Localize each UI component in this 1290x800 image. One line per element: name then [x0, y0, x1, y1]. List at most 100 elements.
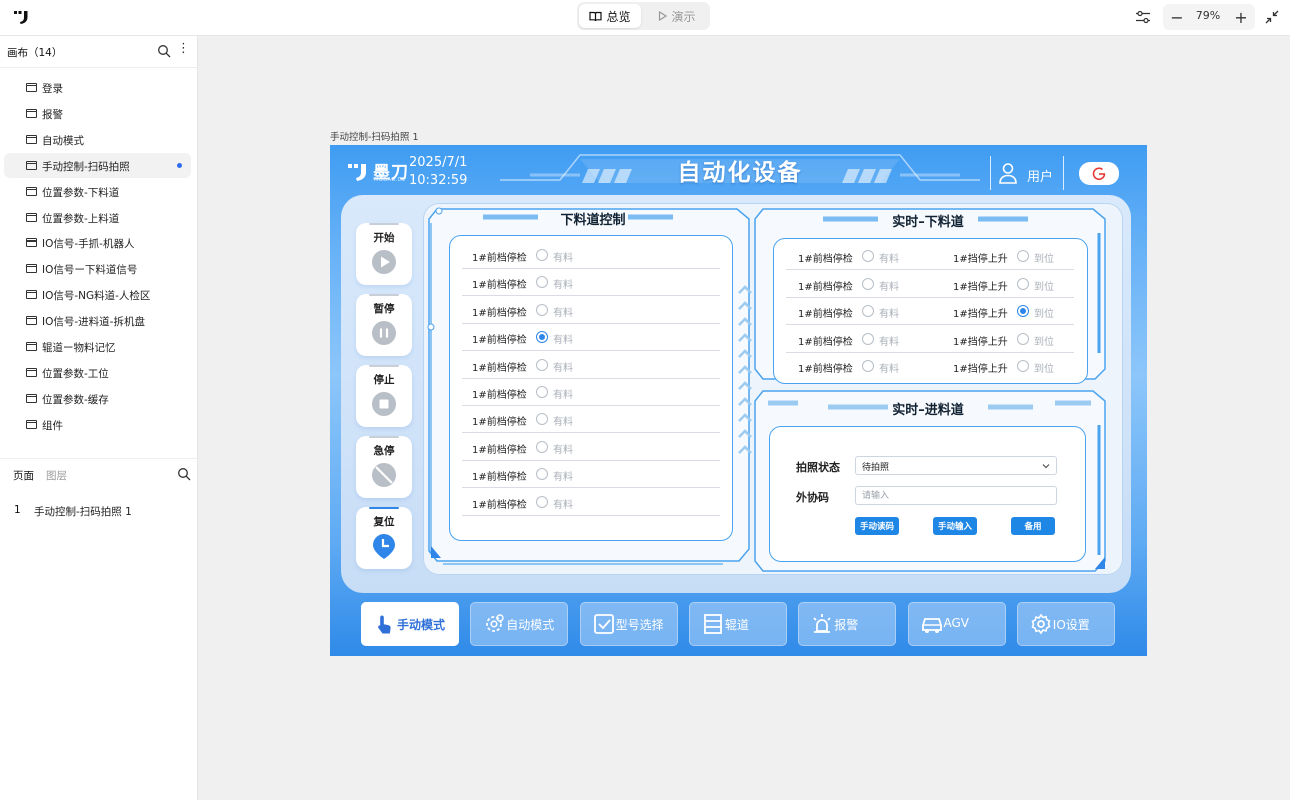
chevron-down-icon	[1042, 464, 1050, 469]
nav-tab-label: 手动模式	[397, 618, 446, 632]
stop-control-button[interactable]: 停止	[356, 365, 412, 427]
status-radio[interactable]	[862, 332, 874, 345]
page-list-item[interactable]: 位置参数-工位	[4, 360, 191, 385]
layer-item[interactable]: 手动控制-扫码拍照 1	[34, 504, 132, 519]
page-list-item[interactable]: 位置参数-缓存	[4, 386, 191, 411]
status-radio[interactable]	[536, 303, 548, 316]
search-icon[interactable]	[177, 467, 191, 481]
nav-tab-label: AGV	[943, 616, 970, 630]
status-radio[interactable]	[862, 250, 874, 262]
play-control-button[interactable]: 开始	[356, 223, 412, 285]
page-list-item[interactable]: 自动模式	[4, 127, 191, 152]
status-radio[interactable]	[536, 358, 548, 371]
status-label: 有料	[553, 390, 573, 401]
status-radio[interactable]	[536, 495, 548, 508]
status-radio[interactable]	[1017, 277, 1029, 290]
status-radio[interactable]	[536, 331, 548, 344]
status-label: 有料	[553, 417, 573, 429]
more-options-icon[interactable]: ⋮	[177, 42, 190, 58]
nav-tab-label: 型号选择	[615, 618, 664, 632]
user-icon[interactable]	[998, 162, 1018, 184]
pause-control-button[interactable]: 暂停	[356, 294, 412, 356]
photo-status-select[interactable]: 待拍照	[855, 456, 1057, 475]
status-radio[interactable]	[1017, 250, 1029, 262]
status-radio[interactable]	[536, 276, 548, 289]
row-name: 1#前档停检	[472, 499, 527, 511]
status-radio[interactable]	[1017, 332, 1029, 345]
collapse-icon[interactable]	[1262, 7, 1282, 27]
status-radio[interactable]	[862, 305, 874, 318]
page-list-item[interactable]: 位置参数-下料道	[4, 179, 191, 204]
status-radio[interactable]	[862, 277, 874, 290]
nav-tab-roller[interactable]: 辊道	[688, 602, 787, 646]
nav-tab-alarm-light[interactable]: 报警	[798, 602, 897, 646]
zoom-in-button[interactable]: +	[1230, 6, 1252, 28]
overview-tab[interactable]: 总览	[579, 4, 641, 28]
brand-subtitle: MODAO.CC	[374, 177, 406, 183]
adjust-settings-icon[interactable]	[1133, 7, 1153, 27]
status-radio[interactable]	[536, 249, 548, 261]
status-radio[interactable]	[536, 440, 548, 453]
page-list-item[interactable]: 位置参数-上料道	[4, 205, 191, 230]
manual-input-button[interactable]: 手动输入	[933, 517, 977, 535]
zoom-out-button[interactable]: −	[1166, 6, 1188, 28]
page-label: 报警	[42, 108, 63, 121]
search-icon[interactable]	[157, 44, 171, 58]
outsource-code-input[interactable]	[855, 486, 1057, 505]
outsource-code-label: 外协码	[796, 491, 829, 504]
user-label[interactable]: 用户	[1027, 166, 1053, 185]
page-list-item[interactable]: 组件	[4, 412, 191, 437]
gear-icon	[1031, 613, 1051, 635]
status-radio[interactable]	[536, 413, 548, 426]
status-radio[interactable]	[862, 360, 874, 373]
status-label: 有料	[553, 253, 573, 264]
page-label: IO信号-手抓-机器人	[42, 238, 135, 251]
nav-tab-gear[interactable]: IO设置	[1016, 602, 1115, 646]
page-list-item[interactable]: 辊道ー物料记忆	[4, 334, 191, 359]
no-entry-control-button[interactable]: 急停	[356, 436, 412, 498]
page-icon	[26, 186, 37, 196]
status-radio[interactable]	[1017, 305, 1029, 318]
tab-layers[interactable]: 图层	[46, 468, 67, 483]
nav-tab-checkbox[interactable]: 型号选择	[579, 602, 678, 646]
page-list-item[interactable]: IO信号-手抓-机器人	[4, 230, 191, 255]
page-list-item[interactable]: IO信号-NG料道-人检区	[4, 282, 191, 307]
page-list-item[interactable]: 报警	[4, 101, 191, 126]
logout-button[interactable]	[1079, 162, 1119, 185]
frame-label[interactable]: 手动控制-扫码拍照 1	[330, 129, 419, 143]
no-entry-icon	[372, 463, 396, 487]
clock-pin-control-button[interactable]: 复位	[356, 507, 412, 569]
page-list-item[interactable]: IO信号-进料道-拆机盘	[4, 308, 191, 333]
page-label: IO信号-进料道-拆机盘	[42, 316, 145, 329]
nav-tab-agv-cart[interactable]: AGV	[907, 602, 1006, 646]
page-list-item[interactable]: IO信号ー下料道信号	[4, 256, 191, 281]
zoom-level[interactable]: 79%	[1191, 9, 1225, 22]
present-tab[interactable]: 演示	[647, 4, 707, 28]
modao-logo-icon[interactable]	[13, 9, 31, 25]
row-name: 1#前档停检	[472, 253, 527, 264]
manual-scan-button[interactable]: 手动读码	[855, 517, 899, 535]
status-row: 1#前档停检 有料	[462, 242, 720, 269]
status-label: 有料	[553, 335, 573, 347]
tab-pages[interactable]: 页面	[13, 468, 34, 483]
status-radio[interactable]	[536, 468, 548, 481]
play-outline-icon	[658, 11, 668, 21]
row-name: 1#前档停检	[472, 362, 527, 374]
nav-tab-hand-pointer[interactable]: 手动模式	[361, 602, 459, 646]
status-radio[interactable]	[536, 386, 548, 398]
status-label: 到位	[1034, 281, 1054, 293]
page-label: IO信号ー下料道信号	[42, 264, 138, 277]
page-list-item[interactable]: 登录	[4, 75, 191, 100]
nav-tab-auto-gear[interactable]: 自动模式	[470, 602, 569, 646]
row-name: 1#前档停检	[798, 281, 853, 293]
photo-status-label: 拍照状态	[796, 461, 840, 474]
page-icon	[26, 83, 37, 92]
status-row: 1#前档停检 有料	[462, 297, 720, 324]
bottom-navigation: 手动模式 自动模式 型号选择 辊道 报警 AGV IO设置	[361, 602, 1121, 646]
page-label: 辊道ー物料记忆	[42, 342, 116, 354]
status-radio[interactable]	[1017, 360, 1029, 373]
spare-button[interactable]: 备用	[1011, 517, 1055, 535]
row-name: 1#挡停上升	[953, 281, 1008, 293]
nav-tab-label: IO设置	[1052, 618, 1090, 632]
page-list-item[interactable]: 手动控制-扫码拍照	[4, 152, 191, 178]
